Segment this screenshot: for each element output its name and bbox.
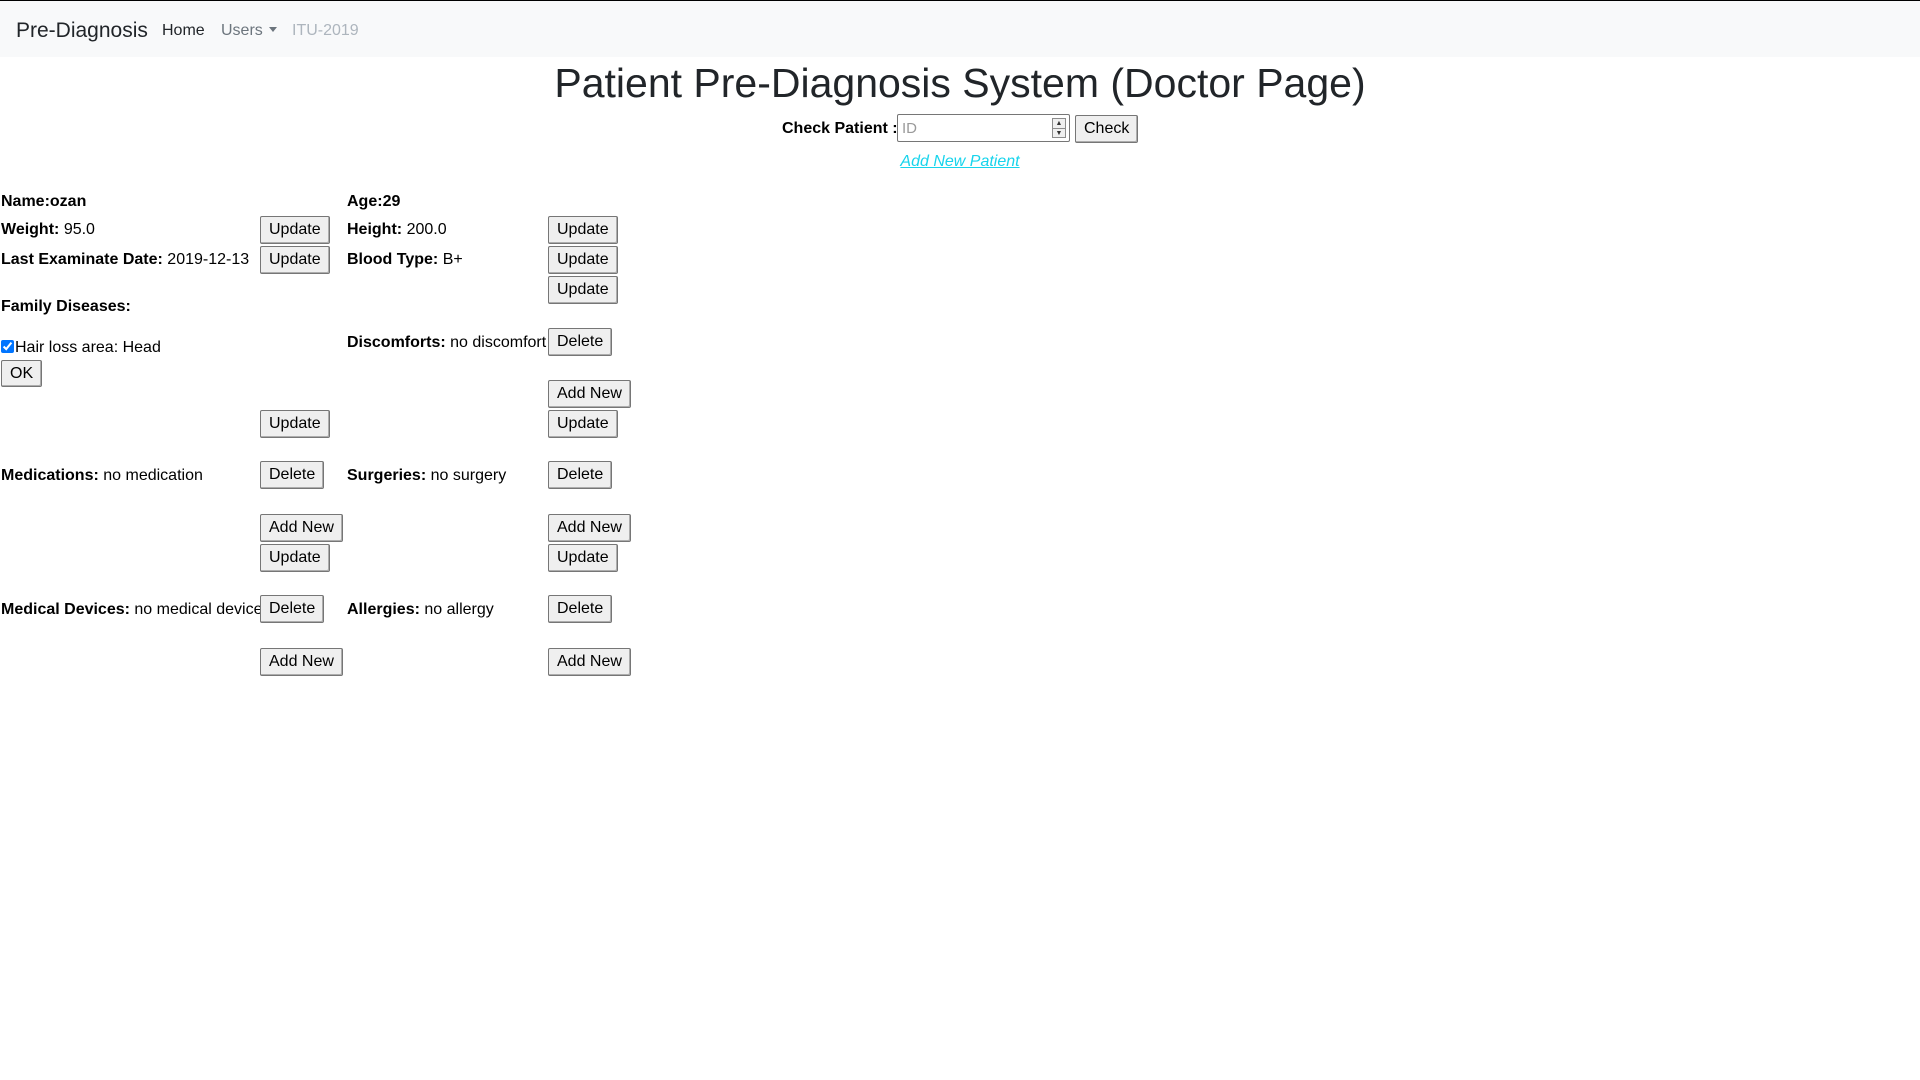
nav-users-label: Users (221, 22, 263, 39)
ok-button[interactable]: OK (1, 360, 43, 387)
surgeries-add-new-button[interactable]: Add New (548, 514, 631, 542)
spinner-up-icon[interactable]: ▲ (1053, 119, 1065, 128)
medical-devices-label: Medical Devices: (1, 601, 130, 618)
medical-devices-value: no medical device (134, 601, 263, 618)
last-exam-value: 2019-12-13 (167, 251, 250, 268)
allergies-field: Allergies: no allergy (347, 601, 494, 619)
allergies-delete-button[interactable]: Delete (548, 595, 613, 623)
surgeries-field: Surgeries: no surgery (347, 467, 506, 485)
age-value: 29 (382, 193, 401, 210)
medical-devices-delete-button[interactable]: Delete (260, 595, 325, 623)
discomforts-delete-button[interactable]: Delete (548, 328, 613, 356)
discomforts-field: Discomforts: no discomfort (347, 334, 546, 352)
check-button[interactable]: Check (1075, 115, 1139, 143)
discomforts-add-new-button[interactable]: Add New (548, 380, 631, 408)
family-diseases-label: Family Diseases: (1, 298, 131, 315)
weight-update-button[interactable]: Update (260, 216, 330, 244)
medications-update-button[interactable]: Update (260, 544, 330, 572)
caret-down-icon (268, 27, 277, 32)
last-exam-update-button[interactable]: Update (260, 246, 330, 274)
name-label: Name: (1, 193, 50, 210)
blood-type-label: Blood Type: (347, 251, 439, 268)
navbar: Pre-Diagnosis Home Users ITU-2019 (0, 0, 1920, 57)
blood-type-value: B+ (442, 251, 463, 268)
medications-field: Medications: no medication (1, 467, 203, 485)
age-field: Age:29 (347, 193, 400, 211)
spinner-down-icon[interactable]: ▼ (1053, 128, 1065, 138)
discomforts-update-button[interactable]: Update (548, 410, 618, 438)
height-update-button[interactable]: Update (548, 216, 618, 244)
medical-devices-add-new-button[interactable]: Add New (260, 648, 343, 676)
height-label: Height: (347, 221, 403, 238)
discomforts-label: Discomforts: (347, 334, 446, 351)
surgeries-update-button[interactable]: Update (548, 544, 618, 572)
family-diseases-update-button[interactable]: Update (260, 410, 330, 438)
name-field: Name:ozan (1, 193, 86, 211)
id-spinner[interactable]: ▲ ▼ (1052, 118, 1066, 138)
medical-devices-field: Medical Devices: no medical device (1, 601, 262, 619)
discomforts-value: no discomfort (450, 334, 547, 351)
weight-field: Weight: 95.0 (1, 221, 95, 239)
surgeries-value: no surgery (430, 467, 507, 484)
nav-home-link[interactable]: Home (162, 22, 205, 40)
page: Pre-Diagnosis Home Users ITU-2019 Patien… (0, 0, 1920, 1080)
medications-value: no medication (103, 467, 203, 484)
height-field: Height: 200.0 (347, 221, 447, 239)
brand-link[interactable]: Pre-Diagnosis (16, 19, 148, 43)
family-disease-item: Hair loss area: Head (1, 339, 161, 357)
medications-label: Medications: (1, 467, 99, 484)
family-diseases-field: Family Diseases: (1, 298, 131, 316)
last-exam-field: Last Examinate Date: 2019-12-13 (1, 251, 249, 269)
name-value: ozan (49, 193, 87, 210)
patient-id-input[interactable] (897, 114, 1070, 142)
allergies-label: Allergies: (347, 601, 420, 618)
nav-itu-link[interactable]: ITU-2019 (292, 22, 359, 40)
blood-type-field: Blood Type: B+ (347, 251, 463, 269)
check-patient-label: Check Patient : (782, 120, 898, 137)
surgeries-delete-button[interactable]: Delete (548, 461, 613, 489)
family-disease-checkbox[interactable] (1, 340, 14, 353)
add-new-patient-link[interactable]: Add New Patient (0, 153, 1920, 171)
weight-value: 95.0 (63, 221, 95, 238)
age-label: Age: (347, 193, 383, 210)
weight-label: Weight: (1, 221, 60, 238)
allergies-add-new-button[interactable]: Add New (548, 648, 631, 676)
medications-delete-button[interactable]: Delete (260, 461, 325, 489)
page-title: Patient Pre-Diagnosis System (Doctor Pag… (554, 60, 1366, 106)
nav-users-dropdown[interactable]: Users (221, 22, 277, 40)
surgeries-label: Surgeries: (347, 467, 427, 484)
blood-type-update-button[interactable]: Update (548, 246, 618, 274)
allergies-value: no allergy (424, 601, 494, 618)
last-exam-label: Last Examinate Date: (1, 251, 163, 268)
height-value: 200.0 (406, 221, 447, 238)
medications-add-new-button[interactable]: Add New (260, 514, 343, 542)
family-disease-item-label: Hair loss area: Head (15, 339, 161, 356)
extra-update-button[interactable]: Update (548, 276, 618, 304)
